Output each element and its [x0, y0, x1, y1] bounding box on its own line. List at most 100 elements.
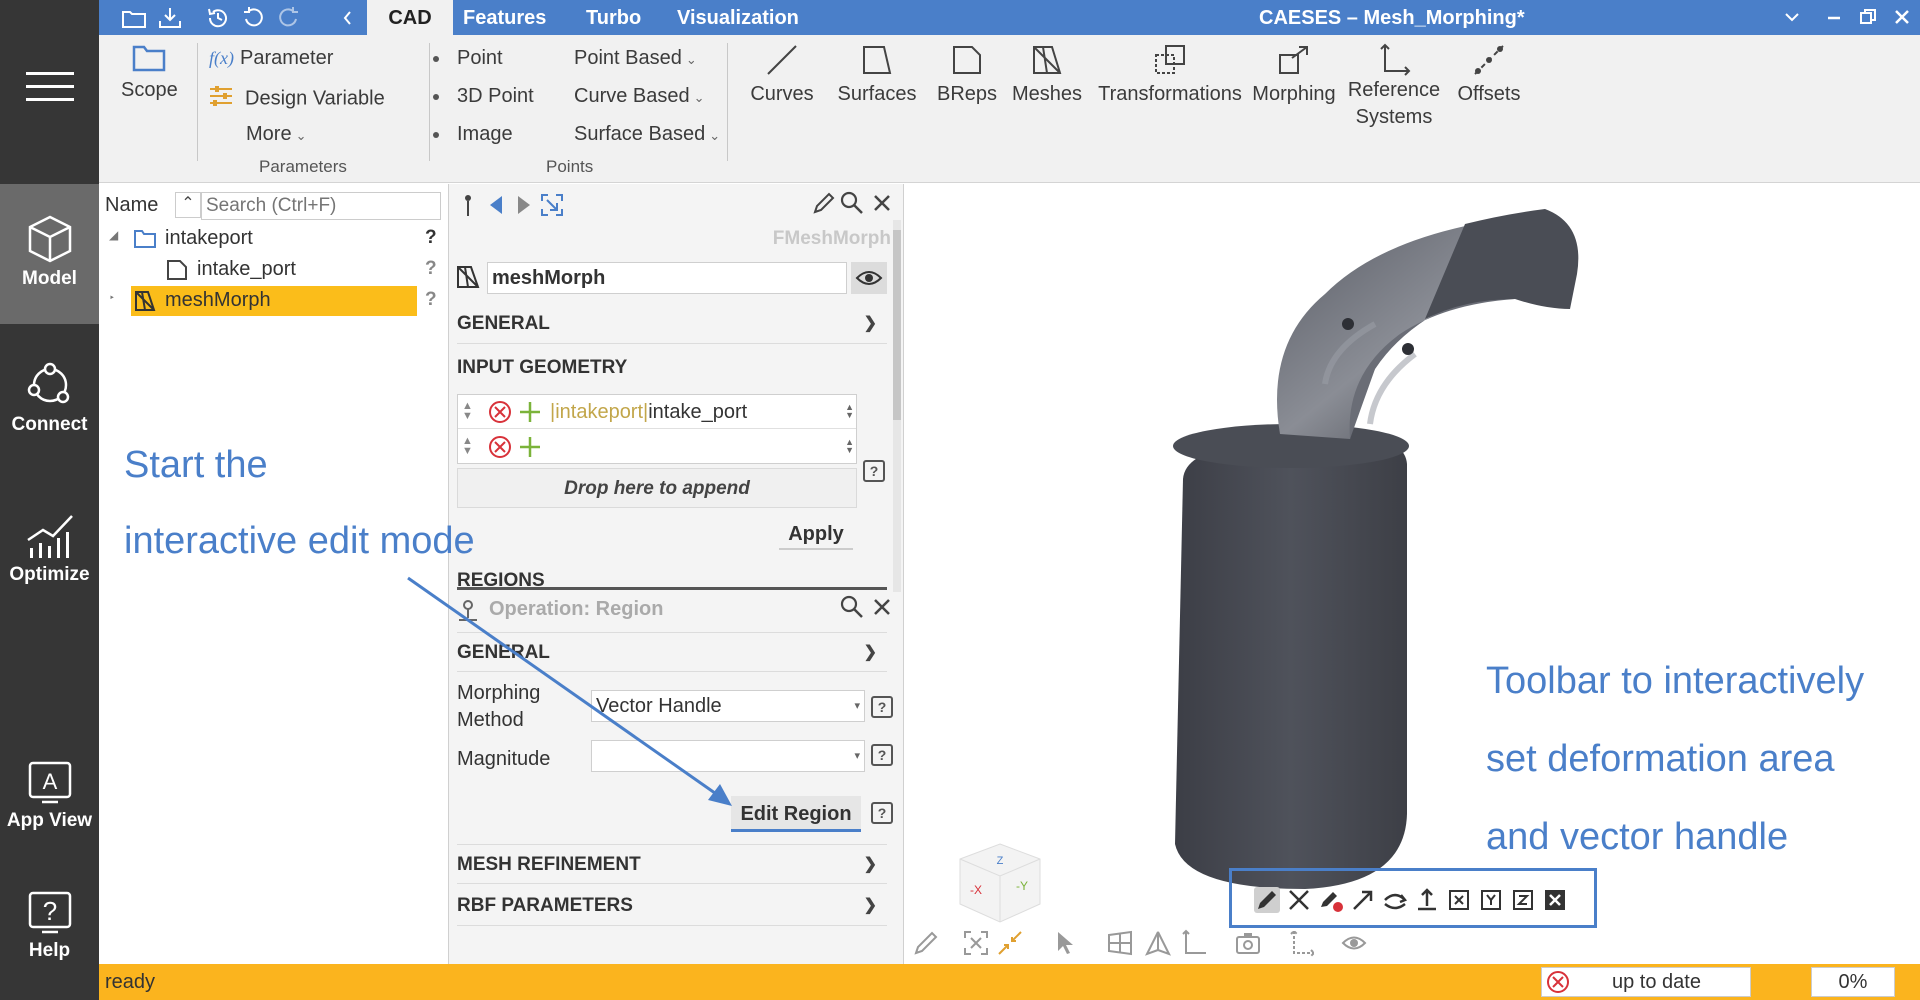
- sketch-pencil-icon[interactable]: [912, 929, 940, 957]
- close-icon[interactable]: [869, 190, 895, 216]
- section-general-region[interactable]: GENERAL ❯: [457, 632, 887, 672]
- close-icon[interactable]: [869, 594, 895, 620]
- tab-visualization[interactable]: Visualization: [677, 0, 799, 35]
- rail-item-help[interactable]: ? Help: [0, 890, 99, 990]
- more-dropdown[interactable]: More ⌄: [246, 123, 306, 146]
- collapse-triangle-icon[interactable]: ◢: [109, 228, 118, 242]
- 3d-point-button[interactable]: 3D Point: [433, 85, 534, 108]
- apply-button[interactable]: Apply: [779, 518, 853, 550]
- reference-systems-button[interactable]: Reference Systems: [1339, 43, 1449, 131]
- edit-pencil-icon[interactable]: [1254, 887, 1280, 913]
- tab-features[interactable]: Features: [463, 0, 546, 35]
- search-icon[interactable]: [839, 190, 865, 216]
- tab-turbo[interactable]: Turbo: [586, 0, 641, 35]
- search-icon[interactable]: [839, 594, 865, 620]
- sync-status[interactable]: up to date: [1541, 967, 1751, 997]
- morphing-button[interactable]: Morphing: [1249, 43, 1339, 106]
- pin-icon[interactable]: [455, 192, 481, 218]
- dropdown-arrow-icon[interactable]: ▲ ▼: [845, 438, 854, 455]
- focus-select-icon[interactable]: [539, 192, 565, 218]
- transformations-button[interactable]: Transformations: [1095, 43, 1245, 106]
- back-arrow-icon[interactable]: [483, 192, 509, 218]
- visibility-eye-icon[interactable]: [1340, 929, 1368, 957]
- reorder-arrows-icon[interactable]: ▲ ▼: [462, 436, 473, 457]
- history-icon[interactable]: [205, 5, 231, 31]
- open-folder-icon[interactable]: [121, 5, 147, 31]
- expand-arrow-icon[interactable]: ‣: [109, 293, 115, 304]
- section-rbf-parameters[interactable]: RBF PARAMETERS ❯: [457, 886, 887, 926]
- scope-button[interactable]: Scope: [121, 43, 178, 102]
- reference-system-icon[interactable]: [1288, 929, 1316, 957]
- section-general[interactable]: GENERAL ❯: [457, 304, 887, 344]
- z-axis-icon[interactable]: [1510, 887, 1536, 913]
- curves-button[interactable]: Curves: [737, 43, 827, 106]
- breps-button[interactable]: BReps: [927, 43, 1007, 106]
- erase-pencil-icon[interactable]: [1318, 887, 1344, 913]
- section-mesh-refinement[interactable]: MESH REFINEMENT ❯: [457, 844, 887, 884]
- offsets-button[interactable]: Offsets: [1449, 43, 1529, 106]
- select-cursor-icon[interactable]: [1052, 929, 1080, 957]
- tree-search-input[interactable]: [201, 192, 441, 220]
- close-icon[interactable]: [1889, 4, 1915, 30]
- curve-based-dropdown[interactable]: Curve Based ⌄: [574, 85, 705, 108]
- hamburger-menu-button[interactable]: [0, 70, 99, 112]
- section-input-geometry[interactable]: INPUT GEOMETRY: [457, 348, 887, 388]
- add-item-icon[interactable]: [518, 435, 542, 464]
- point-button[interactable]: Point: [433, 47, 503, 70]
- design-variable-button[interactable]: Design Variable: [209, 85, 385, 113]
- parameter-button[interactable]: f(x) Parameter: [209, 47, 333, 70]
- surfaces-button[interactable]: Surfaces: [827, 43, 927, 106]
- reorder-arrows-icon[interactable]: ▲ ▼: [462, 401, 473, 422]
- redo-icon[interactable]: [275, 5, 301, 31]
- tree-name-header[interactable]: Name: [105, 194, 158, 217]
- edit-pencil-icon[interactable]: [811, 190, 837, 216]
- dropdown-chevron-icon[interactable]: [1779, 4, 1805, 30]
- rail-item-optimize[interactable]: Optimize: [0, 510, 99, 610]
- fit-view-icon[interactable]: [962, 929, 990, 957]
- rail-item-connect[interactable]: Connect: [0, 360, 99, 460]
- swap-direction-icon[interactable]: [1382, 887, 1408, 913]
- y-axis-icon[interactable]: [1478, 887, 1504, 913]
- restore-icon[interactable]: [1855, 4, 1881, 30]
- undo-icon[interactable]: [241, 5, 267, 31]
- surface-based-dropdown[interactable]: Surface Based ⌄: [574, 123, 720, 146]
- section-regions[interactable]: REGIONS: [457, 556, 887, 590]
- morphing-method-select[interactable]: Vector Handle ▾: [591, 690, 865, 722]
- image-button[interactable]: Image: [433, 123, 513, 146]
- object-name-input[interactable]: [487, 262, 847, 294]
- meshes-button[interactable]: Meshes: [1007, 43, 1087, 106]
- remove-item-icon[interactable]: [488, 400, 512, 429]
- sort-chevron-up-icon[interactable]: ⌃: [175, 192, 201, 218]
- remove-item-icon[interactable]: [488, 435, 512, 464]
- help-icon[interactable]: ?: [863, 460, 885, 482]
- scrollbar-thumb[interactable]: [893, 230, 901, 420]
- grid-plane-icon[interactable]: [1106, 929, 1134, 957]
- rail-item-model[interactable]: Model: [0, 184, 99, 324]
- forward-arrow-icon[interactable]: [511, 192, 537, 218]
- chevron-left-icon[interactable]: [335, 5, 361, 31]
- add-item-icon[interactable]: [518, 400, 542, 429]
- scrollbar[interactable]: [893, 220, 901, 592]
- input-geometry-empty-field[interactable]: [550, 432, 840, 462]
- vector-arrow-icon[interactable]: [1350, 887, 1376, 913]
- edit-region-button[interactable]: Edit Region: [731, 796, 861, 832]
- help-icon[interactable]: ?: [871, 696, 893, 718]
- close-toolbar-icon[interactable]: [1542, 887, 1568, 913]
- x-axis-icon[interactable]: [1446, 887, 1472, 913]
- dropdown-arrow-icon[interactable]: ▲ ▼: [845, 403, 854, 420]
- zoom-in-arrows-icon[interactable]: [996, 929, 1024, 957]
- view-cube[interactable]: Z -X -Y: [950, 834, 1050, 934]
- rail-item-app-view[interactable]: A App View: [0, 760, 99, 860]
- cross-tools-icon[interactable]: [1286, 887, 1312, 913]
- magnitude-input[interactable]: ▾: [591, 740, 865, 772]
- minimize-icon[interactable]: [1821, 4, 1847, 30]
- drop-target[interactable]: Drop here to append: [457, 468, 857, 508]
- axis-icon[interactable]: [1180, 929, 1208, 957]
- point-based-dropdown[interactable]: Point Based ⌄: [574, 47, 697, 70]
- help-icon[interactable]: ?: [871, 744, 893, 766]
- normal-up-icon[interactable]: [1414, 887, 1440, 913]
- tree-item-meshmorph[interactable]: ‣ meshMorph ?: [99, 286, 449, 316]
- download-icon[interactable]: [157, 5, 183, 31]
- camera-icon[interactable]: [1234, 929, 1262, 957]
- perspective-icon[interactable]: [1144, 929, 1172, 957]
